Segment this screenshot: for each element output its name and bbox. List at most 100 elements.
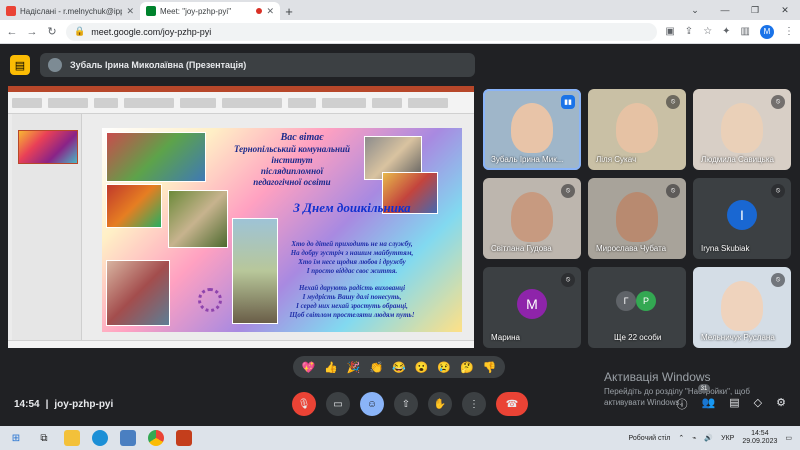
menu-icon[interactable]: ⋮ [784,26,794,37]
reactions-bar: 💖 👍 🎉 👏 😂 😮 😢 🤔 👎 [293,356,505,378]
recording-indicator-icon [256,8,263,14]
more-options-button[interactable]: ⋮ [462,392,486,416]
tab-meet[interactable]: Meet: "joy-pzhp-pyi" ✕ [140,2,280,20]
meeting-time: 14:54 [14,398,40,410]
poem-line: Хто їм несе щодня любов і дружбу [298,258,406,266]
reaction-thumbs-up-icon[interactable]: 👍 [324,361,338,374]
reaction-sad-icon[interactable]: 😢 [437,361,451,374]
reload-icon[interactable]: ↻ [46,25,58,38]
activities-icon[interactable]: ◇ [754,396,762,412]
reactions-button[interactable]: ☺ [360,392,384,416]
flower-logo-icon [198,288,222,312]
activation-title: Активація Windows [604,370,711,384]
tray-overflow-icon[interactable]: ⌃ [678,434,684,442]
new-tab-button[interactable]: + [280,2,298,20]
side-panel-icon[interactable]: ▥ [741,26,750,37]
reaction-heart-icon[interactable]: 💖 [301,361,315,374]
more-participants-tile[interactable]: Г Р Ще 22 особи [588,267,686,348]
chrome-icon[interactable] [148,430,164,446]
maximize-button[interactable]: ❐ [740,0,770,20]
slide-institute-line: післядипломної [260,166,324,176]
mic-off-icon: ⦸ [666,95,680,109]
extensions-icon[interactable]: ✦ [722,26,730,37]
participant-tile[interactable]: ⦸ Людмила Савицька [693,89,791,170]
info-icon[interactable]: ⓘ [677,396,688,412]
reaction-thumbs-down-icon[interactable]: 👎 [483,361,497,374]
start-button[interactable]: ⊞ [8,430,24,446]
speaking-indicator-icon: ▮▮ [561,95,575,109]
browser-toolbar: ← → ↻ 🔒 meet.google.com/joy-pzhp-pyi ▣ ⇪… [0,20,800,44]
participant-tile[interactable]: I ⦸ Iryna Skubiak [693,178,791,259]
participant-tile[interactable]: ⦸ Мельничук Руслана [693,267,791,348]
camera-toggle-button[interactable]: ▭ [326,392,350,416]
participant-video [616,103,658,153]
desktop-label[interactable]: Робочий стіл [629,435,671,442]
bookmark-star-icon[interactable]: ☆ [703,26,712,37]
close-tab-icon[interactable]: ✕ [126,6,134,17]
shared-presentation: Вас вітає Тернопільський комунальний інс… [8,86,474,348]
edge-icon[interactable] [92,430,108,446]
chat-icon[interactable]: ▤ [729,396,739,412]
close-window-button[interactable]: ✕ [770,0,800,20]
poem-line: На добру зустріч з нашим майбуттям, [290,249,414,257]
participant-tile[interactable]: M ⦸ Марина [483,267,581,348]
network-icon[interactable]: ⌁ [692,434,696,442]
volume-icon[interactable]: 🔊 [704,434,713,442]
language-indicator[interactable]: УКР [721,435,734,442]
ppt-ribbon [8,92,474,114]
call-controls: 🎙 ▭ ☺ ⇧ ✋ ⋮ ☎ [292,392,528,416]
tab-label: Надіслані - r.melnychuk@ippo. [20,6,123,16]
mic-off-icon: ⦸ [561,273,575,287]
reaction-surprised-icon[interactable]: 😮 [415,361,429,374]
present-button[interactable]: ⇧ [394,392,418,416]
tab-gmail[interactable]: Надіслані - r.melnychuk@ippo. ✕ [0,2,140,20]
minimize-button[interactable]: — [710,0,740,20]
participant-avatar: Р [636,291,656,311]
participant-avatar: M [517,289,547,319]
participant-tile[interactable]: ⦸ Ліля Сукач [588,89,686,170]
slide-photo [168,190,228,248]
presenter-chip[interactable]: Зубаль Ірина Миколаївна (Презентація) [40,53,475,77]
share-icon[interactable]: ⇪ [685,26,693,37]
presenter-label: Зубаль Ірина Миколаївна (Презентація) [70,60,247,70]
slide-heading: З Днем дошкільника [293,200,411,215]
poem-line: Хто до дітей приходить не на службу, [291,240,413,248]
browser-tab-bar: Надіслані - r.melnychuk@ippo. ✕ Meet: "j… [0,0,800,20]
back-icon[interactable]: ← [6,26,18,38]
profile-avatar[interactable]: M [760,24,774,39]
file-explorer-icon[interactable] [64,430,80,446]
participant-name: Iryna Skubiak [701,244,750,253]
raise-hand-button[interactable]: ✋ [428,392,452,416]
separator: | [45,398,49,410]
mic-off-icon: ⦸ [771,273,785,287]
participant-tile[interactable]: ▮▮ Зубаль Ірина Мик... [483,89,581,170]
mic-toggle-button[interactable]: 🎙 [292,392,316,416]
address-bar[interactable]: 🔒 meet.google.com/joy-pzhp-pyi [66,22,658,41]
tab-search-icon[interactable]: ⌄ [680,0,710,20]
meet-icon [146,6,156,16]
slide-greeting: Вас вітає [280,132,324,143]
participant-tile[interactable]: ⦸ Мирослава Чубата [588,178,686,259]
reaction-laugh-icon[interactable]: 😂 [392,361,406,374]
control-panel-icon[interactable] [120,430,136,446]
reaction-thinking-icon[interactable]: 🤔 [460,361,474,374]
powerpoint-icon[interactable] [176,430,192,446]
toolbar-icons: ▣ ⇪ ☆ ✦ ▥ M ⋮ [665,24,794,39]
participant-grid: ▮▮ Зубаль Ірина Мик... ⦸ Ліля Сукач ⦸ Лю… [483,89,793,349]
participant-name: Мирослава Чубата [596,244,667,253]
forward-icon[interactable]: → [26,26,38,38]
participant-tile[interactable]: ⦸ Світлана Гудова [483,178,581,259]
host-controls-icon[interactable]: ⚙ [776,396,786,412]
reaction-clap-icon[interactable]: 👏 [369,361,383,374]
reaction-party-icon[interactable]: 🎉 [347,361,361,374]
clock[interactable]: 14:54 29.09.2023 [742,430,777,447]
task-view-icon[interactable]: ⧉ [36,430,52,446]
leave-call-button[interactable]: ☎ [496,392,528,416]
close-tab-icon[interactable]: ✕ [266,6,274,17]
poem-line: І серед них нехай зростуть обранці, [296,302,408,310]
slide-thumbnails [12,114,82,340]
people-icon[interactable]: 👥 [702,396,716,412]
camera-permission-icon[interactable]: ▣ [665,26,674,37]
participant-avatar: Г [616,291,636,311]
notifications-icon[interactable]: ▭ [785,434,792,442]
